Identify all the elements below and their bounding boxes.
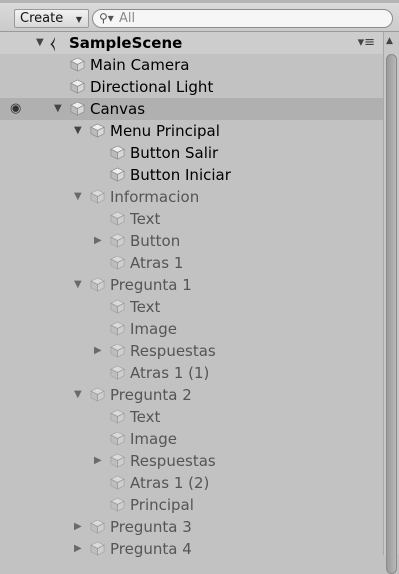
gameobject-cube-icon (110, 145, 125, 160)
gameobject-cube-icon (110, 343, 125, 358)
hierarchy-item-label: Image (130, 430, 177, 448)
hierarchy-item-label: Canvas (90, 100, 146, 118)
hierarchy-item-label: Atras 1 (1) (130, 364, 210, 382)
gameobject-cube-icon (110, 211, 125, 226)
hierarchy-item[interactable]: Atras 1 (1) (0, 362, 383, 384)
hierarchy-item[interactable]: Button Iniciar (0, 164, 383, 186)
gameobject-cube-icon (110, 453, 125, 468)
gameobject-cube-icon (110, 497, 125, 512)
hierarchy-item-label: Principal (130, 496, 194, 514)
hierarchy-item-label: Pregunta 4 (110, 540, 192, 558)
gameobject-cube-icon (110, 299, 125, 314)
scene-row[interactable]: ▼ ⧼ SampleScene ▾≡ (0, 32, 383, 54)
scene-foldout-icon[interactable]: ▼ (36, 37, 44, 48)
create-label: Create (20, 11, 64, 26)
foldout-expanded-icon[interactable]: ▼ (54, 103, 62, 114)
hierarchy-item[interactable]: Image (0, 428, 383, 450)
gameobject-cube-icon (90, 519, 105, 534)
search-icon[interactable]: ⚲▾ (99, 11, 114, 25)
hierarchy-item[interactable]: Button Salir (0, 142, 383, 164)
hierarchy-item-label: Atras 1 (130, 254, 184, 272)
gameobject-cube-icon (110, 365, 125, 380)
gameobject-cube-icon (70, 101, 85, 116)
hierarchy-item-label: Main Camera (90, 56, 190, 74)
hierarchy-item-label: Pregunta 1 (110, 276, 192, 294)
hierarchy-item[interactable]: ▼ Pregunta 2 (0, 384, 383, 406)
hierarchy-item[interactable]: Atras 1 (2) (0, 472, 383, 494)
gameobject-cube-icon (90, 387, 105, 402)
gameobject-cube-icon (110, 321, 125, 336)
search-field[interactable]: ⚲▾ All (92, 9, 393, 28)
hierarchy-item[interactable]: Directional Light (0, 76, 383, 98)
gameobject-cube-icon (90, 123, 105, 138)
hierarchy-item[interactable]: ▶ Pregunta 3 (0, 516, 383, 538)
hierarchy-item-label: Menu Principal (110, 122, 220, 140)
gameobject-cube-icon (110, 431, 125, 446)
hierarchy-item-label: Pregunta 2 (110, 386, 192, 404)
gameobject-cube-icon (110, 475, 125, 490)
hierarchy-item-label: Atras 1 (2) (130, 474, 210, 492)
eye-icon[interactable]: ◉ (10, 101, 21, 116)
foldout-collapsed-icon[interactable]: ▶ (94, 235, 102, 246)
hierarchy-item[interactable]: Atras 1 (0, 252, 383, 274)
gameobject-cube-icon (110, 409, 125, 424)
foldout-collapsed-icon[interactable]: ▶ (74, 543, 82, 554)
hierarchy-item-label: Text (130, 408, 161, 426)
gameobject-cube-icon (110, 233, 125, 248)
foldout-expanded-icon[interactable]: ▼ (74, 125, 82, 136)
scroll-up-arrow-icon[interactable]: ▲ (386, 36, 393, 46)
gameobject-cube-icon (110, 167, 125, 182)
scene-menu-icon[interactable]: ▾≡ (358, 35, 375, 50)
hierarchy-item-label: Respuestas (130, 452, 216, 470)
hierarchy-item[interactable]: ▼ Menu Principal (0, 120, 383, 142)
hierarchy-item[interactable]: ▶ Button (0, 230, 383, 252)
foldout-collapsed-icon[interactable]: ▶ (94, 345, 102, 356)
hierarchy-item-label: Button Salir (130, 144, 219, 162)
hierarchy-item-label: Text (130, 210, 161, 228)
hierarchy-item[interactable]: ▼ Pregunta 1 (0, 274, 383, 296)
foldout-expanded-icon[interactable]: ▼ (74, 279, 82, 290)
hierarchy-item-label: Image (130, 320, 177, 338)
hierarchy-item[interactable]: Main Camera (0, 54, 383, 76)
hierarchy-item-label: Button (130, 232, 181, 250)
gameobject-cube-icon (90, 189, 105, 204)
scrollbar-thumb[interactable] (386, 54, 397, 574)
create-button[interactable]: Create ▼ (14, 9, 89, 28)
foldout-collapsed-icon[interactable]: ▶ (74, 521, 82, 532)
hierarchy-item[interactable]: ◉ ▼ Canvas (0, 98, 383, 120)
hierarchy-item[interactable]: Text (0, 406, 383, 428)
hierarchy-item[interactable]: Text (0, 208, 383, 230)
hierarchy-item[interactable]: ▶ Respuestas (0, 450, 383, 472)
foldout-collapsed-icon[interactable]: ▶ (94, 455, 102, 466)
gameobject-cube-icon (70, 79, 85, 94)
toolbar-top-edge (0, 0, 399, 3)
foldout-expanded-icon[interactable]: ▼ (74, 389, 82, 400)
hierarchy-item[interactable]: ▶ Pregunta 4 (0, 538, 383, 560)
hierarchy-toolbar: Create ▼ ⚲▾ All (0, 0, 399, 32)
search-placeholder: All (119, 11, 136, 26)
hierarchy-item-label: Directional Light (90, 78, 214, 96)
vertical-scrollbar[interactable]: ▲ (383, 32, 399, 574)
hierarchy-item-label: Text (130, 298, 161, 316)
gameobject-cube-icon (70, 57, 85, 72)
gameobject-cube-icon (90, 277, 105, 292)
hierarchy-item[interactable]: Principal (0, 494, 383, 516)
unity-scene-icon: ⧼ (50, 33, 56, 52)
dropdown-caret-icon: ▼ (75, 15, 82, 24)
hierarchy-item[interactable]: Text (0, 296, 383, 318)
hierarchy-item[interactable]: ▶ Respuestas (0, 340, 383, 362)
hierarchy-item[interactable]: ▼ Informacion (0, 186, 383, 208)
hierarchy-item-label: Button Iniciar (130, 166, 231, 184)
gameobject-cube-icon (90, 541, 105, 556)
scene-name: SampleScene (69, 34, 183, 52)
hierarchy-item-label: Pregunta 3 (110, 518, 192, 536)
hierarchy-item-label: Respuestas (130, 342, 216, 360)
hierarchy-item-label: Informacion (110, 188, 200, 206)
hierarchy-item[interactable]: Image (0, 318, 383, 340)
gameobject-cube-icon (110, 255, 125, 270)
foldout-expanded-icon[interactable]: ▼ (74, 191, 82, 202)
